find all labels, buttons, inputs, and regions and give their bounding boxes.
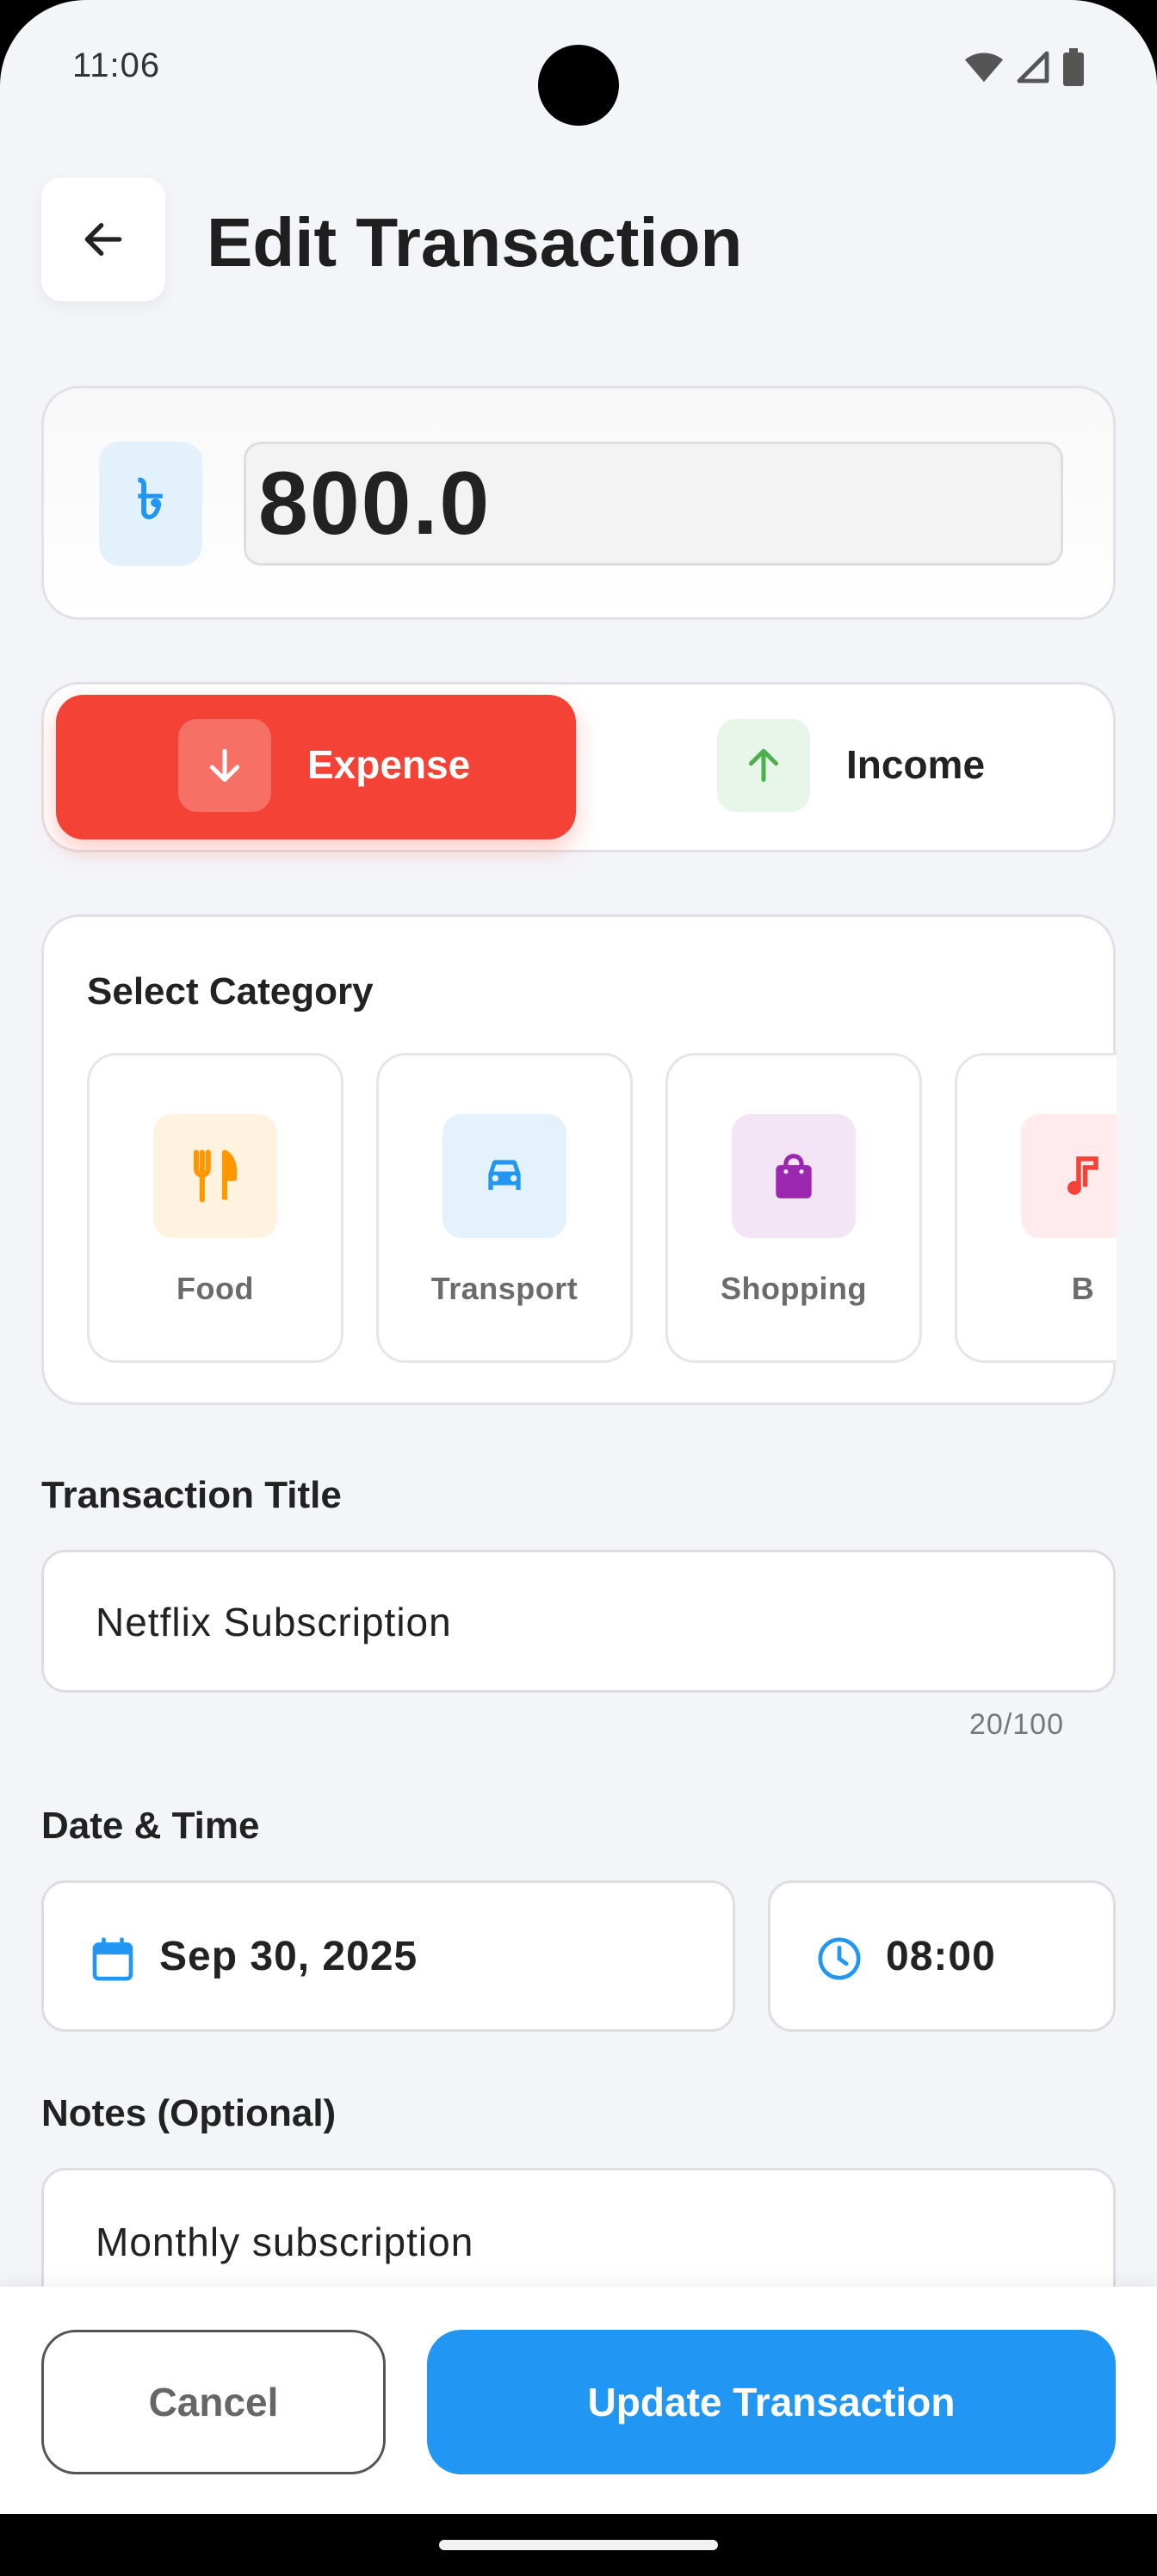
time-picker-field[interactable]: 08:00 bbox=[768, 1880, 1116, 2032]
category-scroller[interactable]: Food Transport Shopping B bbox=[87, 1053, 1117, 1365]
notes-value: Monthly subscription bbox=[96, 2220, 474, 2264]
home-indicator[interactable] bbox=[439, 2540, 718, 2550]
notes-label: Notes (Optional) bbox=[41, 2092, 337, 2134]
time-value: 08:00 bbox=[886, 1934, 996, 1979]
date-value: Sep 30, 2025 bbox=[159, 1934, 418, 1979]
app-screen: 11:06 Edit Transaction ৳ 800.0 Expense I… bbox=[0, 0, 1157, 2576]
category-card: Select Category Food Transport Shopping … bbox=[41, 914, 1117, 1405]
wifi-icon bbox=[964, 53, 1004, 83]
calendar-icon bbox=[92, 1937, 133, 1981]
category-label: B bbox=[1071, 1271, 1095, 1306]
utensils-icon bbox=[153, 1114, 277, 1238]
character-counter: 20/100 bbox=[969, 1708, 1064, 1741]
category-item-partial[interactable]: B bbox=[955, 1053, 1117, 1363]
transaction-title-label: Transaction Title bbox=[41, 1474, 342, 1516]
expense-label: Expense bbox=[307, 742, 471, 787]
camera-cutout bbox=[538, 45, 619, 126]
date-time-label: Date & Time bbox=[41, 1805, 260, 1847]
amount-input[interactable]: 800.0 bbox=[244, 442, 1063, 566]
category-item-food[interactable]: Food bbox=[87, 1053, 343, 1363]
status-icons bbox=[964, 48, 1085, 86]
transaction-type-toggle: Expense Income bbox=[41, 682, 1116, 852]
transaction-title-input[interactable]: Netflix Subscription bbox=[41, 1550, 1116, 1693]
category-item-shopping[interactable]: Shopping bbox=[665, 1053, 922, 1363]
arrow-down-icon bbox=[178, 719, 271, 812]
shopping-bag-icon bbox=[732, 1114, 856, 1238]
date-picker-field[interactable]: Sep 30, 2025 bbox=[41, 1880, 735, 2032]
car-icon bbox=[442, 1114, 566, 1238]
currency-taka-icon: ৳ bbox=[99, 442, 202, 566]
arrow-up-icon bbox=[717, 719, 810, 812]
expense-toggle-button[interactable]: Expense bbox=[56, 695, 576, 839]
status-time: 11:06 bbox=[72, 46, 161, 84]
back-button[interactable] bbox=[41, 177, 165, 301]
category-item-transport[interactable]: Transport bbox=[376, 1053, 633, 1363]
category-heading: Select Category bbox=[87, 970, 374, 1012]
category-label: Food bbox=[176, 1271, 254, 1306]
update-transaction-button[interactable]: Update Transaction bbox=[427, 2330, 1116, 2474]
bottom-action-bar: Cancel Update Transaction bbox=[0, 2287, 1157, 2514]
income-toggle-button[interactable]: Income bbox=[590, 695, 1106, 839]
clock-icon bbox=[818, 1937, 861, 1980]
music-note-icon bbox=[1021, 1114, 1117, 1238]
status-bar: 11:06 bbox=[0, 0, 1157, 138]
amount-card: ৳ 800.0 bbox=[41, 386, 1116, 620]
income-label: Income bbox=[846, 742, 986, 787]
category-label: Shopping bbox=[721, 1271, 867, 1306]
battery-icon bbox=[1063, 48, 1084, 86]
page-title: Edit Transaction bbox=[207, 204, 743, 281]
transaction-title-value: Netflix Subscription bbox=[96, 1600, 452, 1644]
arrow-left-icon bbox=[84, 222, 122, 257]
cancel-button[interactable]: Cancel bbox=[41, 2330, 386, 2474]
cellular-signal-icon bbox=[1017, 51, 1049, 84]
category-label: Transport bbox=[430, 1271, 578, 1306]
